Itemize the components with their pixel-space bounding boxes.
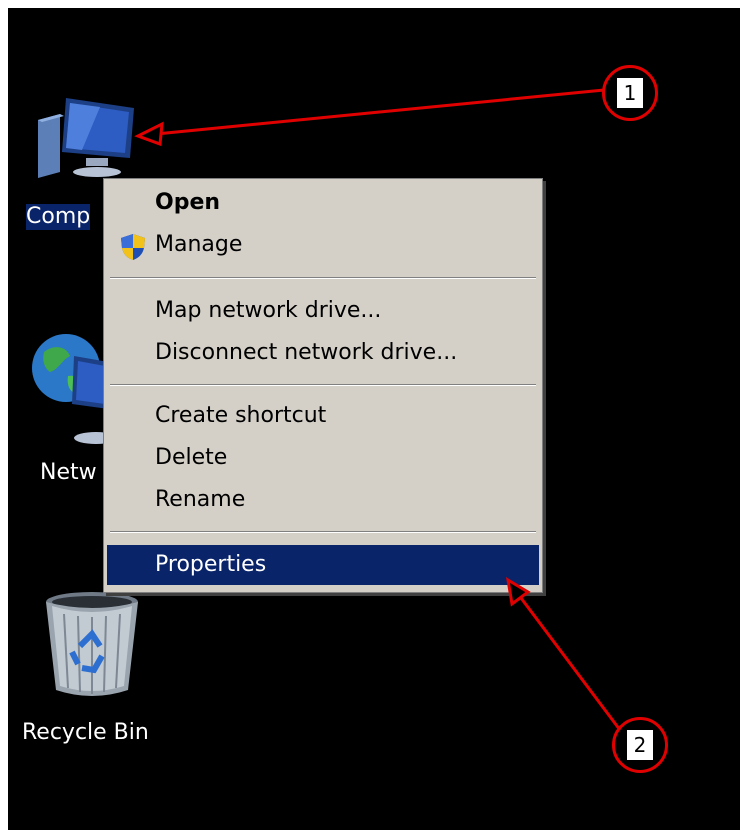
annotation-number-1: 1 <box>617 78 643 108</box>
annotation-arrows <box>134 88 622 731</box>
annotation-arrowhead-2 <box>505 577 531 607</box>
annotation-callout-1: 1 <box>602 65 658 121</box>
desktop: Comp Netw Recycle Bin Open Manage Map ne… <box>8 8 740 830</box>
annotation-arrowhead-1 <box>134 121 164 147</box>
annotation-arrow-2 <box>516 593 622 731</box>
annotation-number-2: 2 <box>627 730 653 760</box>
annotation-callout-2: 2 <box>612 717 668 773</box>
annotation-arrow-1 <box>155 88 605 136</box>
